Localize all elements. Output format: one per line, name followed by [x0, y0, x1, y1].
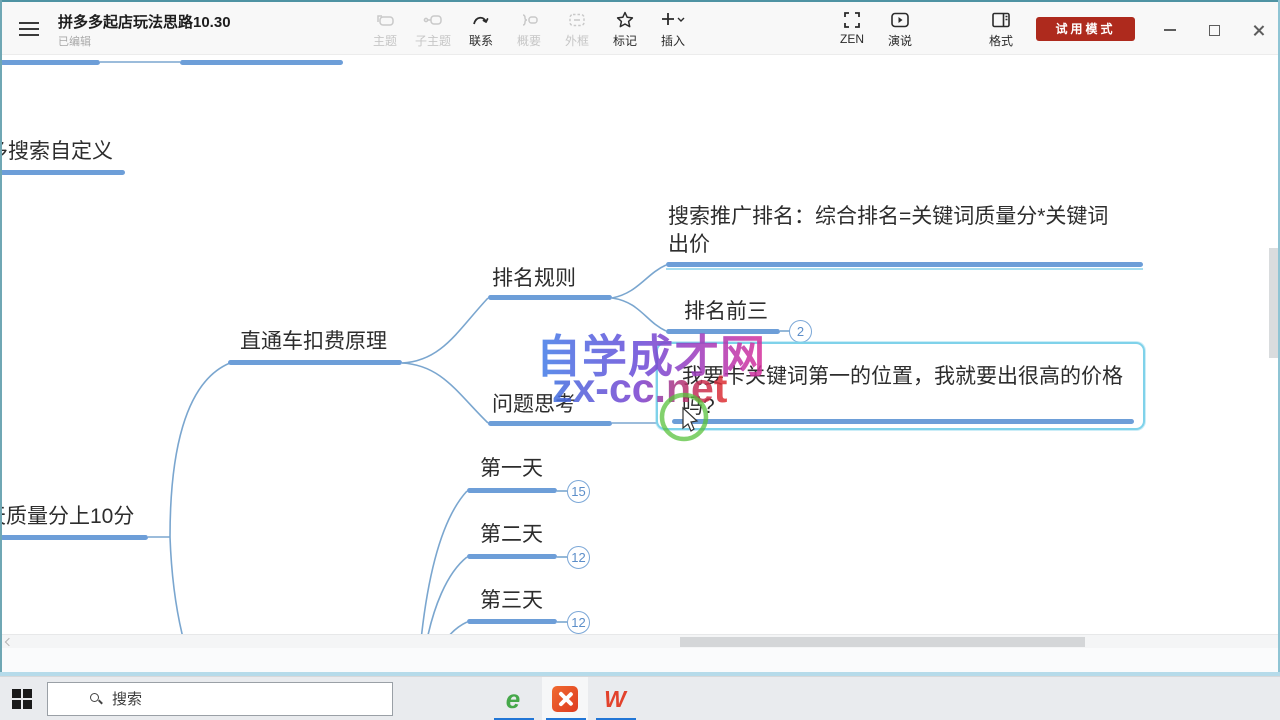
clipped-top-node-underline[interactable]	[0, 60, 100, 65]
node-ranking-formula-line1[interactable]: 搜索推广排名：综合排名=关键词质量分*关键词	[668, 200, 1108, 230]
toolbar: 主题 子主题 联系 概要	[361, 9, 697, 53]
topic-icon	[361, 9, 409, 31]
node-day2-underline	[467, 554, 557, 559]
node-ranking-formula-line2[interactable]: 出价	[668, 228, 710, 258]
minimize-button[interactable]	[1154, 16, 1186, 44]
taskbar-xmind-button[interactable]	[542, 677, 588, 720]
clipped-top-node-underline[interactable]	[180, 60, 343, 65]
node-day1[interactable]: 第一天	[480, 452, 543, 482]
document-title: 拼多多起店玩法思路10.30	[58, 11, 231, 32]
node-zhitongche-underline	[228, 360, 402, 365]
node-day3-underline	[467, 619, 557, 624]
menu-hamburger-icon[interactable]	[18, 19, 40, 39]
maximize-icon	[1209, 25, 1220, 36]
click-ring-and-cursor	[655, 388, 719, 446]
wps-icon: W	[604, 688, 626, 711]
toolbar-topic-button[interactable]: 主题	[361, 9, 409, 53]
node-ranking-rules[interactable]: 排名规则	[492, 262, 576, 292]
toolbar-present-button[interactable]: 演说	[878, 9, 922, 53]
badge-day3[interactable]: 12	[567, 611, 590, 634]
node-day1-underline	[467, 488, 557, 493]
node-quality-score[interactable]: 天质量分上10分	[0, 500, 134, 530]
star-icon	[601, 9, 649, 31]
toolbar-boundary-button[interactable]: 外框	[553, 9, 601, 53]
screen: 拼多多起店玩法思路10.30 已编辑 主题 子主题 联系	[0, 0, 1280, 720]
toolbar-relationship-button[interactable]: 联系	[457, 9, 505, 53]
close-icon	[1252, 24, 1265, 37]
taskbar-search-box[interactable]	[47, 682, 393, 716]
toolbar-insert-button[interactable]: 插入	[649, 9, 697, 53]
node-quality-score-underline	[0, 535, 148, 540]
node-zhitongche[interactable]: 直通车扣费原理	[240, 325, 387, 355]
toolbar-summary-button[interactable]: 概要	[505, 9, 553, 53]
toolbar-marker-button[interactable]: 标记	[601, 9, 649, 53]
badge-day1[interactable]: 15	[567, 480, 590, 503]
taskbar-browser-button[interactable]: e	[490, 677, 536, 720]
play-icon	[878, 9, 922, 31]
window-border	[0, 0, 2, 676]
mouse-cursor-icon	[683, 408, 697, 431]
relationship-icon	[457, 9, 505, 31]
scroll-left-icon[interactable]	[5, 638, 13, 646]
toolbar-subtopic-button[interactable]: 子主题	[409, 9, 457, 53]
search-input[interactable]	[112, 691, 352, 708]
minimize-icon	[1164, 29, 1176, 31]
node-search-custom-underline	[0, 170, 125, 175]
badge-day2[interactable]: 12	[567, 546, 590, 569]
taskbar-wps-button[interactable]: W	[592, 677, 638, 720]
summary-icon	[505, 9, 553, 31]
search-icon	[90, 693, 102, 705]
badge-top-three[interactable]: 2	[789, 320, 812, 343]
windows-logo-icon	[12, 689, 21, 698]
close-button[interactable]	[1242, 16, 1274, 44]
toolbar-format-button[interactable]: 格式	[979, 9, 1023, 53]
node-ranking-rules-underline	[488, 295, 612, 300]
selected-node-underline	[672, 419, 1134, 424]
horizontal-scrollbar-thumb[interactable]	[680, 637, 1085, 647]
trial-mode-button[interactable]: 试用模式	[1036, 17, 1135, 41]
node-day2[interactable]: 第二天	[480, 518, 543, 548]
start-button[interactable]	[12, 689, 32, 709]
browser-icon: e	[506, 686, 520, 712]
titlebar: 拼多多起店玩法思路10.30 已编辑 主题 子主题 联系	[0, 2, 1280, 55]
node-search-custom[interactable]: 多搜索自定义	[0, 135, 113, 165]
horizontal-scrollbar[interactable]	[0, 634, 1280, 648]
node-question-thinking-underline	[488, 421, 612, 426]
window-bottom-strip	[0, 648, 1280, 672]
format-panel-icon	[979, 9, 1023, 31]
window-border	[0, 0, 1280, 2]
mindmap-canvas[interactable]: 多搜索自定义 天质量分上10分 直通车扣费原理 排名规则 搜索推广排名：综合排名…	[0, 55, 1280, 634]
vertical-scrollbar[interactable]	[1269, 248, 1278, 358]
node-day3[interactable]: 第三天	[480, 584, 543, 614]
node-ranking-formula-underline	[666, 262, 1143, 267]
taskbar: e W 英 9:56 2023/10/30	[0, 676, 1280, 720]
plus-caret-icon	[649, 9, 697, 31]
subtopic-icon	[409, 9, 457, 31]
toolbar-zen-button[interactable]: ZEN	[830, 9, 874, 53]
document-status: 已编辑	[58, 33, 91, 49]
node-ranking-formula-highlight	[666, 268, 1143, 270]
zen-mode-icon	[830, 9, 874, 31]
boundary-icon	[553, 9, 601, 31]
xmind-icon	[552, 686, 578, 712]
maximize-button[interactable]	[1198, 16, 1230, 44]
